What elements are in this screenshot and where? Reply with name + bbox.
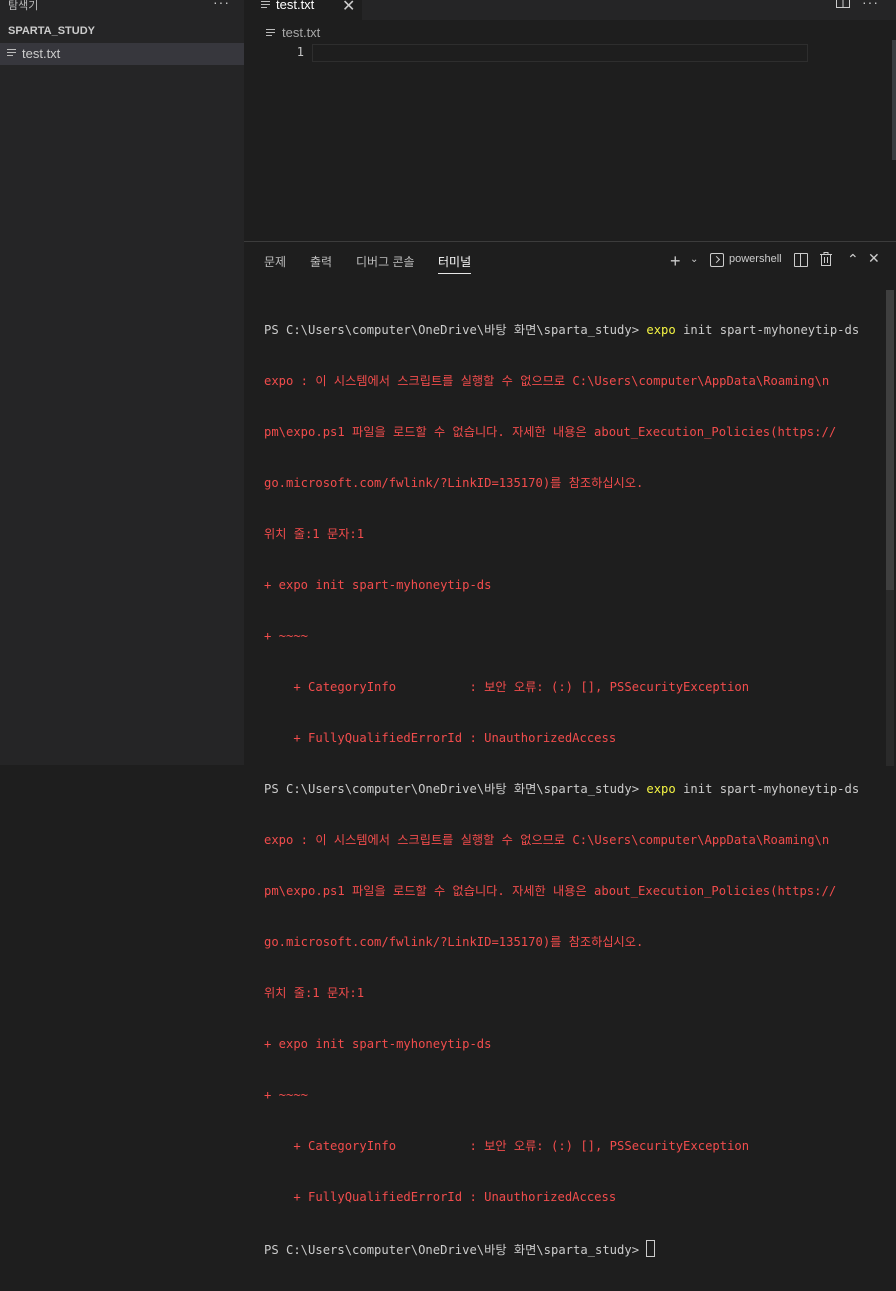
breadcrumb-file[interactable]: test.txt bbox=[282, 25, 320, 40]
terminal-error-line: go.microsoft.com/fwlink/?LinkID=135170)를… bbox=[264, 476, 644, 490]
maximize-panel-icon[interactable]: ⌃ bbox=[847, 251, 859, 268]
close-panel-icon[interactable]: ✕ bbox=[868, 250, 880, 267]
bottom-panel: 문제 출력 디버그 콘솔 터미널 + ⌄ powershell ⌃ ✕ PS C… bbox=[244, 241, 896, 1257]
chevron-down-icon[interactable]: ⌄ bbox=[690, 254, 698, 265]
terminal-error-line: expo : 이 시스템에서 스크립트를 실행할 수 없으므로 C:\Users… bbox=[264, 374, 830, 388]
terminal-error-line: + CategoryInfo : 보안 오류: (:) [], PSSecuri… bbox=[264, 680, 750, 694]
tab-label: test.txt bbox=[276, 0, 315, 12]
terminal-error-line: go.microsoft.com/fwlink/?LinkID=135170)를… bbox=[264, 935, 644, 949]
tab-terminal[interactable]: 터미널 bbox=[438, 253, 471, 270]
tab-problems[interactable]: 문제 bbox=[264, 253, 286, 270]
terminal-line: PS C:\Users\computer\OneDrive\바탕 화면\spar… bbox=[264, 323, 860, 337]
explorer-title: 탐색기 bbox=[8, 0, 39, 12]
terminal-error-line: + expo init spart-myhoneytip-ds bbox=[264, 1037, 492, 1051]
new-terminal-icon[interactable]: + bbox=[670, 251, 681, 272]
text-file-icon bbox=[7, 49, 16, 58]
terminal-error-line: + FullyQualifiedErrorId : UnauthorizedAc… bbox=[264, 1190, 617, 1204]
terminal-input-line[interactable]: PS C:\Users\computer\OneDrive\바탕 화면\spar… bbox=[264, 1240, 874, 1257]
terminal-line: PS C:\Users\computer\OneDrive\바탕 화면\spar… bbox=[264, 782, 860, 796]
terminal-error-line: 위치 줄:1 문자:1 bbox=[264, 986, 365, 1000]
terminal-error-line: pm\expo.ps1 파일을 로드할 수 없습니다. 자세한 내용은 abou… bbox=[264, 884, 837, 898]
line-number: 1 bbox=[296, 45, 304, 59]
editor-scrollbar[interactable] bbox=[892, 40, 896, 160]
terminal-error-line: + ~~~~ bbox=[264, 1088, 309, 1102]
terminal-error-line: pm\expo.ps1 파일을 로드할 수 없습니다. 자세한 내용은 abou… bbox=[264, 425, 837, 439]
tab-output[interactable]: 출력 bbox=[310, 253, 332, 270]
terminal-error-line: + expo init spart-myhoneytip-ds bbox=[264, 578, 492, 592]
editor-more-icon[interactable]: ··· bbox=[862, 0, 879, 10]
text-file-icon bbox=[261, 1, 270, 10]
terminal-output[interactable]: PS C:\Users\computer\OneDrive\바탕 화면\spar… bbox=[264, 288, 874, 1291]
folder-header[interactable]: SPARTA_STUDY bbox=[8, 25, 95, 37]
terminal-error-line: + ~~~~ bbox=[264, 629, 309, 643]
terminal-name[interactable]: powershell bbox=[729, 253, 782, 265]
file-item-test-txt[interactable]: test.txt bbox=[0, 43, 244, 65]
tab-test-txt[interactable]: test.txt ✕ bbox=[244, 0, 362, 20]
editor-tab-bar: test.txt ✕ bbox=[244, 0, 896, 20]
close-tab-icon[interactable]: ✕ bbox=[342, 0, 355, 16]
terminal-cursor bbox=[646, 1240, 656, 1257]
text-file-icon bbox=[266, 29, 275, 38]
terminal-error-line: + CategoryInfo : 보안 오류: (:) [], PSSecuri… bbox=[264, 1139, 750, 1153]
tab-debug-console[interactable]: 디버그 콘솔 bbox=[356, 253, 415, 270]
terminal-scrollbar-thumb[interactable] bbox=[886, 290, 894, 590]
editor-text-area[interactable] bbox=[312, 44, 808, 62]
terminal-error-line: 위치 줄:1 문자:1 bbox=[264, 527, 365, 541]
active-tab-indicator bbox=[438, 273, 471, 274]
explorer-more-icon[interactable]: ··· bbox=[213, 0, 230, 10]
file-item-label: test.txt bbox=[22, 46, 61, 61]
trash-icon[interactable] bbox=[820, 252, 832, 266]
terminal-error-line: + FullyQualifiedErrorId : UnauthorizedAc… bbox=[264, 731, 617, 745]
terminal-error-line: expo : 이 시스템에서 스크립트를 실행할 수 없으므로 C:\Users… bbox=[264, 833, 830, 847]
terminal-icon bbox=[710, 253, 724, 267]
split-terminal-icon[interactable] bbox=[794, 253, 808, 267]
split-editor-icon[interactable] bbox=[836, 0, 850, 8]
explorer-sidebar: 탐색기 ··· SPARTA_STUDY test.txt bbox=[0, 0, 244, 765]
